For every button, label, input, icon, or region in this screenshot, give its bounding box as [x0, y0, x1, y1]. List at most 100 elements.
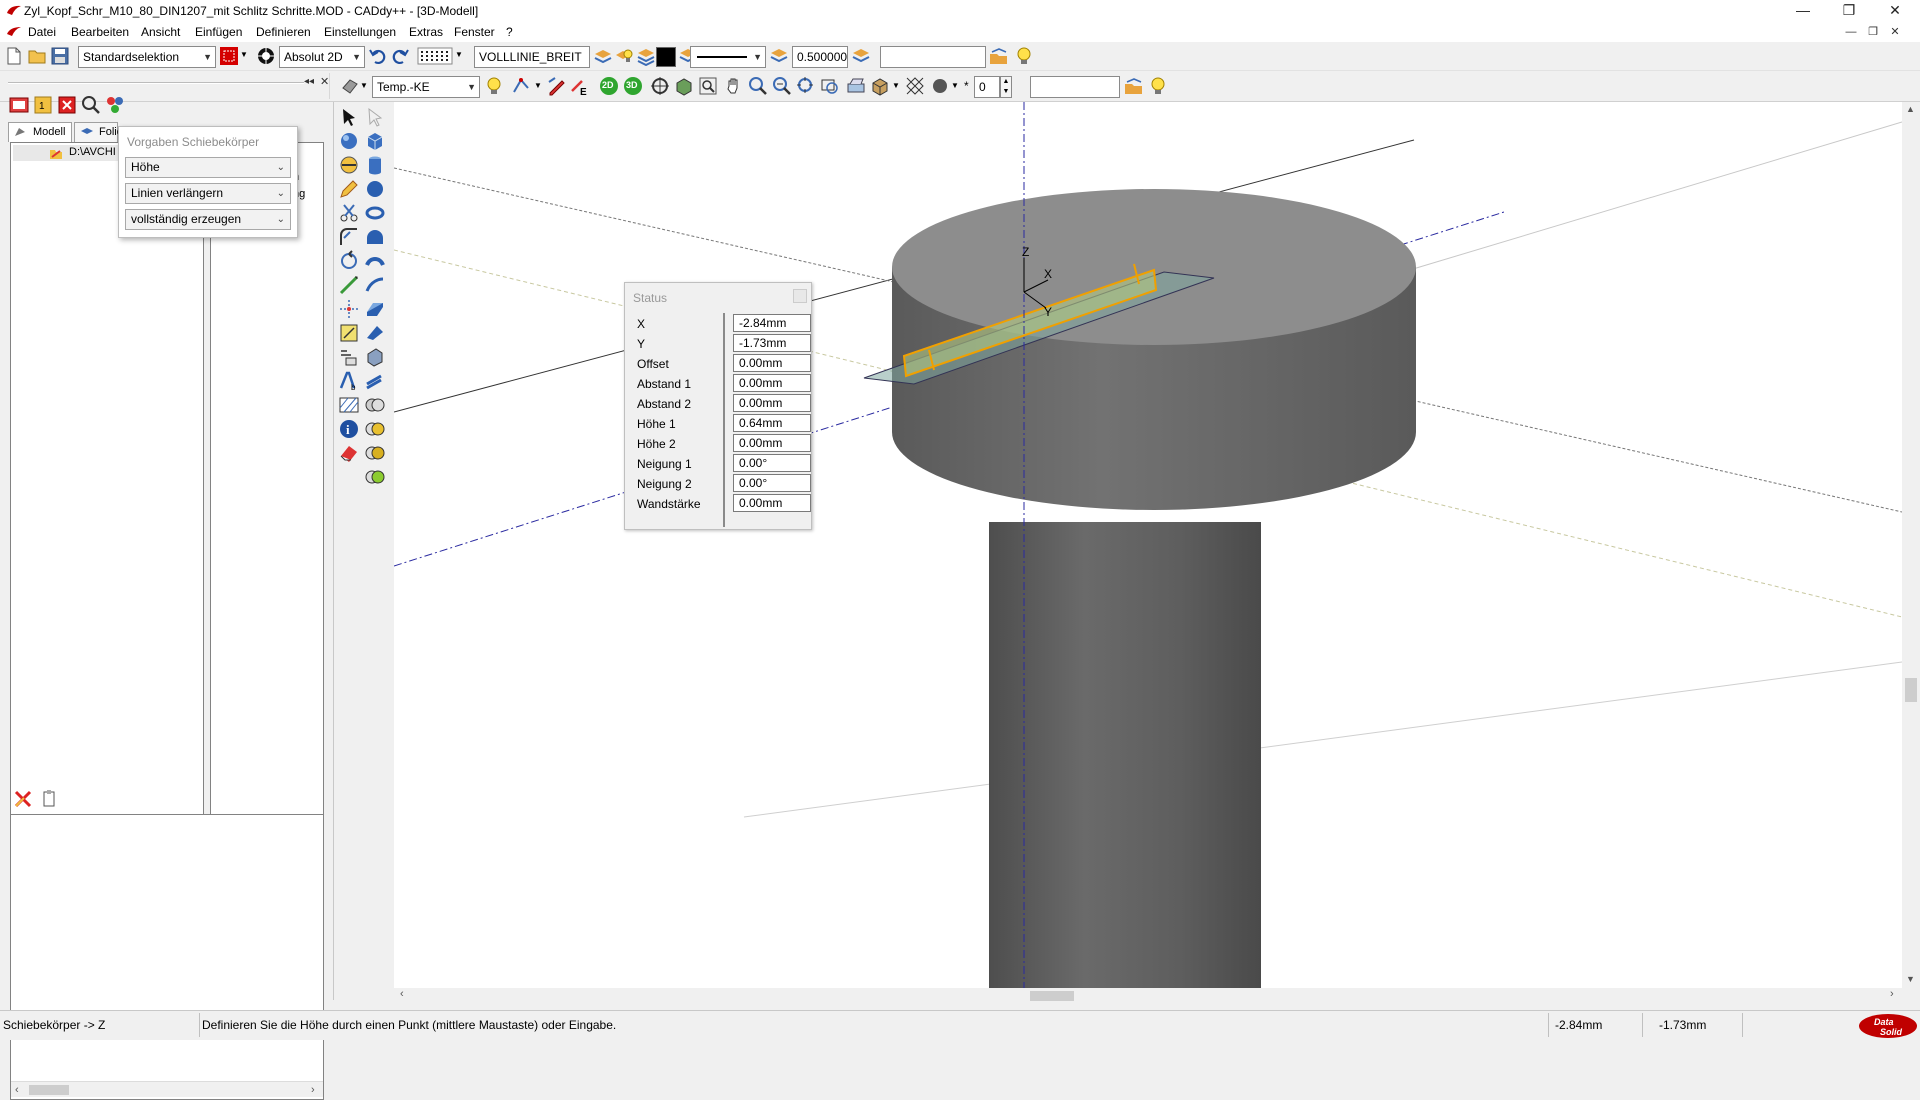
extrude-icon[interactable] [364, 298, 386, 320]
line-width-field[interactable]: 0.500000 [792, 46, 848, 68]
scroll-thumb[interactable] [29, 1085, 69, 1095]
text-annotation-icon[interactable]: b [338, 370, 360, 392]
select-arrow-disabled-icon[interactable] [364, 106, 386, 128]
measure-icon[interactable] [338, 346, 360, 368]
open-folder-icon[interactable] [27, 46, 47, 66]
rotate-view-icon[interactable] [650, 76, 670, 96]
menu-bearbeiten[interactable]: Bearbeiten [71, 25, 129, 39]
layer-stack-icon[interactable] [593, 46, 613, 66]
layer-name-field[interactable] [880, 46, 986, 68]
scroll-left-icon[interactable]: ‹ [15, 1082, 19, 1098]
zoom-window-icon[interactable] [698, 76, 718, 96]
boolean-union-icon[interactable] [364, 394, 386, 416]
hatch-icon[interactable] [338, 394, 360, 416]
chevron-down-icon[interactable]: ▼ [534, 81, 542, 90]
folder-layer-icon[interactable] [1124, 76, 1144, 96]
sphere-shade-icon[interactable] [930, 76, 950, 96]
status-dialog-close-button[interactable] [793, 289, 807, 303]
menu-datei[interactable]: Datei [28, 25, 56, 39]
close-window-button[interactable]: ✕ [1872, 0, 1918, 22]
lightbulb-icon[interactable] [1014, 46, 1034, 66]
status-value-abstand-1[interactable]: 0.00mm [733, 374, 811, 392]
height-mode-select[interactable]: Höhe ⌄ [125, 157, 291, 178]
view-cube-icon[interactable] [674, 76, 694, 96]
status-value-neigung-2[interactable]: 0.00° [733, 474, 811, 492]
mdi-restore-button[interactable]: ❐ [1864, 24, 1882, 40]
input-field[interactable] [1030, 76, 1120, 98]
pipe-icon[interactable] [364, 250, 386, 272]
3d-model-canvas[interactable]: Z X Y [394, 102, 1902, 988]
color-properties-icon[interactable] [104, 94, 126, 116]
temp-ke-select[interactable]: Temp.-KE ▼ [372, 76, 480, 98]
select-arrow-icon[interactable] [338, 106, 360, 128]
grid-pattern-icon[interactable] [417, 46, 453, 66]
eraser-icon[interactable] [338, 442, 360, 464]
solid-sphere-icon[interactable] [364, 178, 386, 200]
layers-icon[interactable] [636, 46, 656, 66]
step-spinner[interactable]: ▲ ▼ [1000, 76, 1012, 98]
shaded-box-icon[interactable] [870, 76, 890, 96]
delete-element-icon[interactable] [56, 94, 78, 116]
layers-icon[interactable] [851, 46, 871, 66]
view-orientation-icon[interactable] [340, 76, 360, 96]
dimension-icon[interactable] [338, 322, 360, 344]
revolve-icon[interactable] [338, 154, 360, 176]
line-type-field[interactable]: VOLLLINIE_BREIT [474, 46, 590, 68]
menu-ansicht[interactable]: Ansicht [141, 25, 180, 39]
maximize-button[interactable]: ❐ [1826, 0, 1872, 22]
cylinder-icon[interactable] [364, 154, 386, 176]
output-horizontal-scrollbar[interactable]: ‹ › [11, 1081, 323, 1097]
fillet-icon[interactable] [338, 226, 360, 248]
redo-icon[interactable] [390, 46, 410, 66]
shell-icon[interactable] [364, 346, 386, 368]
status-value-y[interactable]: -1.73mm [733, 334, 811, 352]
save-icon[interactable] [50, 46, 70, 66]
menu-help[interactable]: ? [506, 25, 513, 39]
delete-cross-icon[interactable] [12, 788, 34, 810]
scroll-up-icon[interactable]: ▲ [1906, 104, 1915, 114]
menu-fenster[interactable]: Fenster [454, 25, 495, 39]
chevron-down-icon[interactable]: ▼ [892, 81, 900, 90]
pan-hand-icon[interactable] [724, 76, 744, 96]
render-surface-icon[interactable] [846, 76, 866, 96]
layer-bulb-icon[interactable] [614, 46, 634, 66]
panel-close-icon[interactable]: ✕ [320, 75, 329, 88]
scroll-right-icon[interactable]: › [311, 1082, 315, 1098]
sweep-icon[interactable] [364, 274, 386, 296]
trim-scissors-icon[interactable] [338, 202, 360, 224]
numbered-list-icon[interactable]: 1 [32, 94, 54, 116]
pencil-icon[interactable] [338, 178, 360, 200]
color-black-swatch[interactable] [656, 47, 676, 67]
screw-head-top[interactable] [892, 189, 1416, 345]
selection-mode-select[interactable]: Standardselektion ▼ [78, 46, 216, 68]
line-style-select[interactable]: ▼ [690, 46, 766, 68]
half-cylinder-icon[interactable] [364, 226, 386, 248]
zoom-out-icon[interactable] [772, 76, 792, 96]
zoom-in-icon[interactable] [748, 76, 768, 96]
scroll-left-icon[interactable]: ‹ [400, 988, 404, 1000]
info-icon[interactable]: i [338, 418, 360, 440]
undo-icon[interactable] [368, 46, 388, 66]
status-value-offset[interactable]: 0.00mm [733, 354, 811, 372]
screw-shaft[interactable] [989, 522, 1261, 988]
profile-icon[interactable] [364, 370, 386, 392]
cube-icon[interactable] [364, 130, 386, 152]
layers-icon[interactable] [769, 46, 789, 66]
zoom-previous-icon[interactable] [820, 76, 840, 96]
wireframe-mesh-icon[interactable] [905, 76, 925, 96]
draw-line-icon[interactable] [338, 274, 360, 296]
folder-layer-icon[interactable] [989, 46, 1009, 66]
chevron-down-icon[interactable]: ▼ [455, 50, 463, 59]
viewport-horizontal-scrollbar[interactable]: ‹ › [394, 988, 1902, 1004]
line-extend-select[interactable]: Linien verlängern ⌄ [125, 183, 291, 204]
chevron-down-icon[interactable]: ▼ [951, 81, 959, 90]
lightbulb-icon[interactable] [1148, 76, 1168, 96]
status-value-hoehe-2[interactable]: 0.00mm [733, 434, 811, 452]
status-value-hoehe-1[interactable]: 0.64mm [733, 414, 811, 432]
coord-mode-select[interactable]: Absolut 2D ▼ [279, 46, 365, 68]
menu-definieren[interactable]: Definieren [256, 25, 311, 39]
edit-element-icon[interactable] [547, 76, 567, 96]
torus-icon[interactable] [364, 202, 386, 224]
coordinate-system-icon[interactable] [256, 46, 276, 66]
generation-mode-select[interactable]: vollständig erzeugen ⌄ [125, 209, 291, 230]
